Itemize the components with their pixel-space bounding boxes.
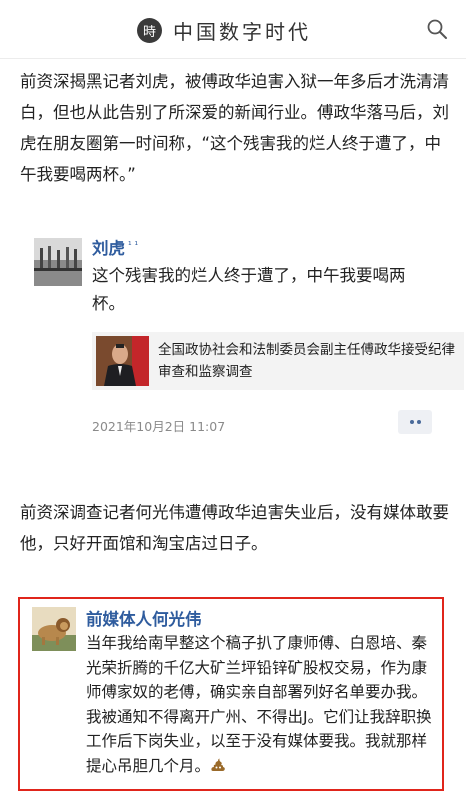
more-icon[interactable] <box>398 410 432 434</box>
social-post-heguangwei: 前媒体人何光伟 当年我给南早整这个稿子扒了康师傅、白恩培、秦光荣折腾的千亿大矿兰… <box>18 597 444 791</box>
shared-link-card[interactable]: 全国政协社会和法制委员会副主任傅政华接受纪律审查和监察调查 <box>92 332 464 390</box>
brand[interactable]: 時 中国数字时代 <box>137 16 311 44</box>
article-paragraph-2: 前资深调查记者何光伟遭傅政华迫害失业后，没有媒体敢要他，只好开面馆和淘宝店过日子… <box>20 503 449 553</box>
avatar[interactable] <box>34 238 82 286</box>
post-author[interactable]: 前媒体人何光伟 <box>86 606 202 630</box>
shared-link-thumbnail <box>96 336 149 386</box>
post-timestamp: 2021年10月2日 11:07 <box>92 419 226 434</box>
search-icon[interactable] <box>426 18 448 40</box>
post-author[interactable]: 刘虎 ¹ ¹ <box>92 235 138 259</box>
site-logo: 時 <box>137 17 162 43</box>
avatar[interactable] <box>32 607 76 651</box>
author-suffix: ¹ ¹ <box>128 240 139 251</box>
post-text: 这个残害我的烂人终于遭了，中午我要喝两杯。 <box>92 266 406 313</box>
shared-link-title: 全国政协社会和法制委员会副主任傅政华接受纪律审查和监察调查 <box>158 342 455 380</box>
article-paragraph-1: 前资深揭黑记者刘虎，被傅政华迫害入狱一年多后才洗清清白，但也从此告别了所深爱的新… <box>20 72 449 184</box>
poop-emoji-icon <box>211 758 225 771</box>
app-header: 時 中国数字时代 <box>0 0 466 59</box>
post-text-wrapper: 当年我给南早整这个稿子扒了康师傅、白恩培、秦光荣折腾的千亿大矿兰坪铅锌矿股权交易… <box>86 631 436 778</box>
site-title: 中国数字时代 <box>173 19 311 44</box>
post-text: 当年我给南早整这个稿子扒了康师傅、白恩培、秦光荣折腾的千亿大矿兰坪铅锌矿股权交易… <box>86 634 432 775</box>
